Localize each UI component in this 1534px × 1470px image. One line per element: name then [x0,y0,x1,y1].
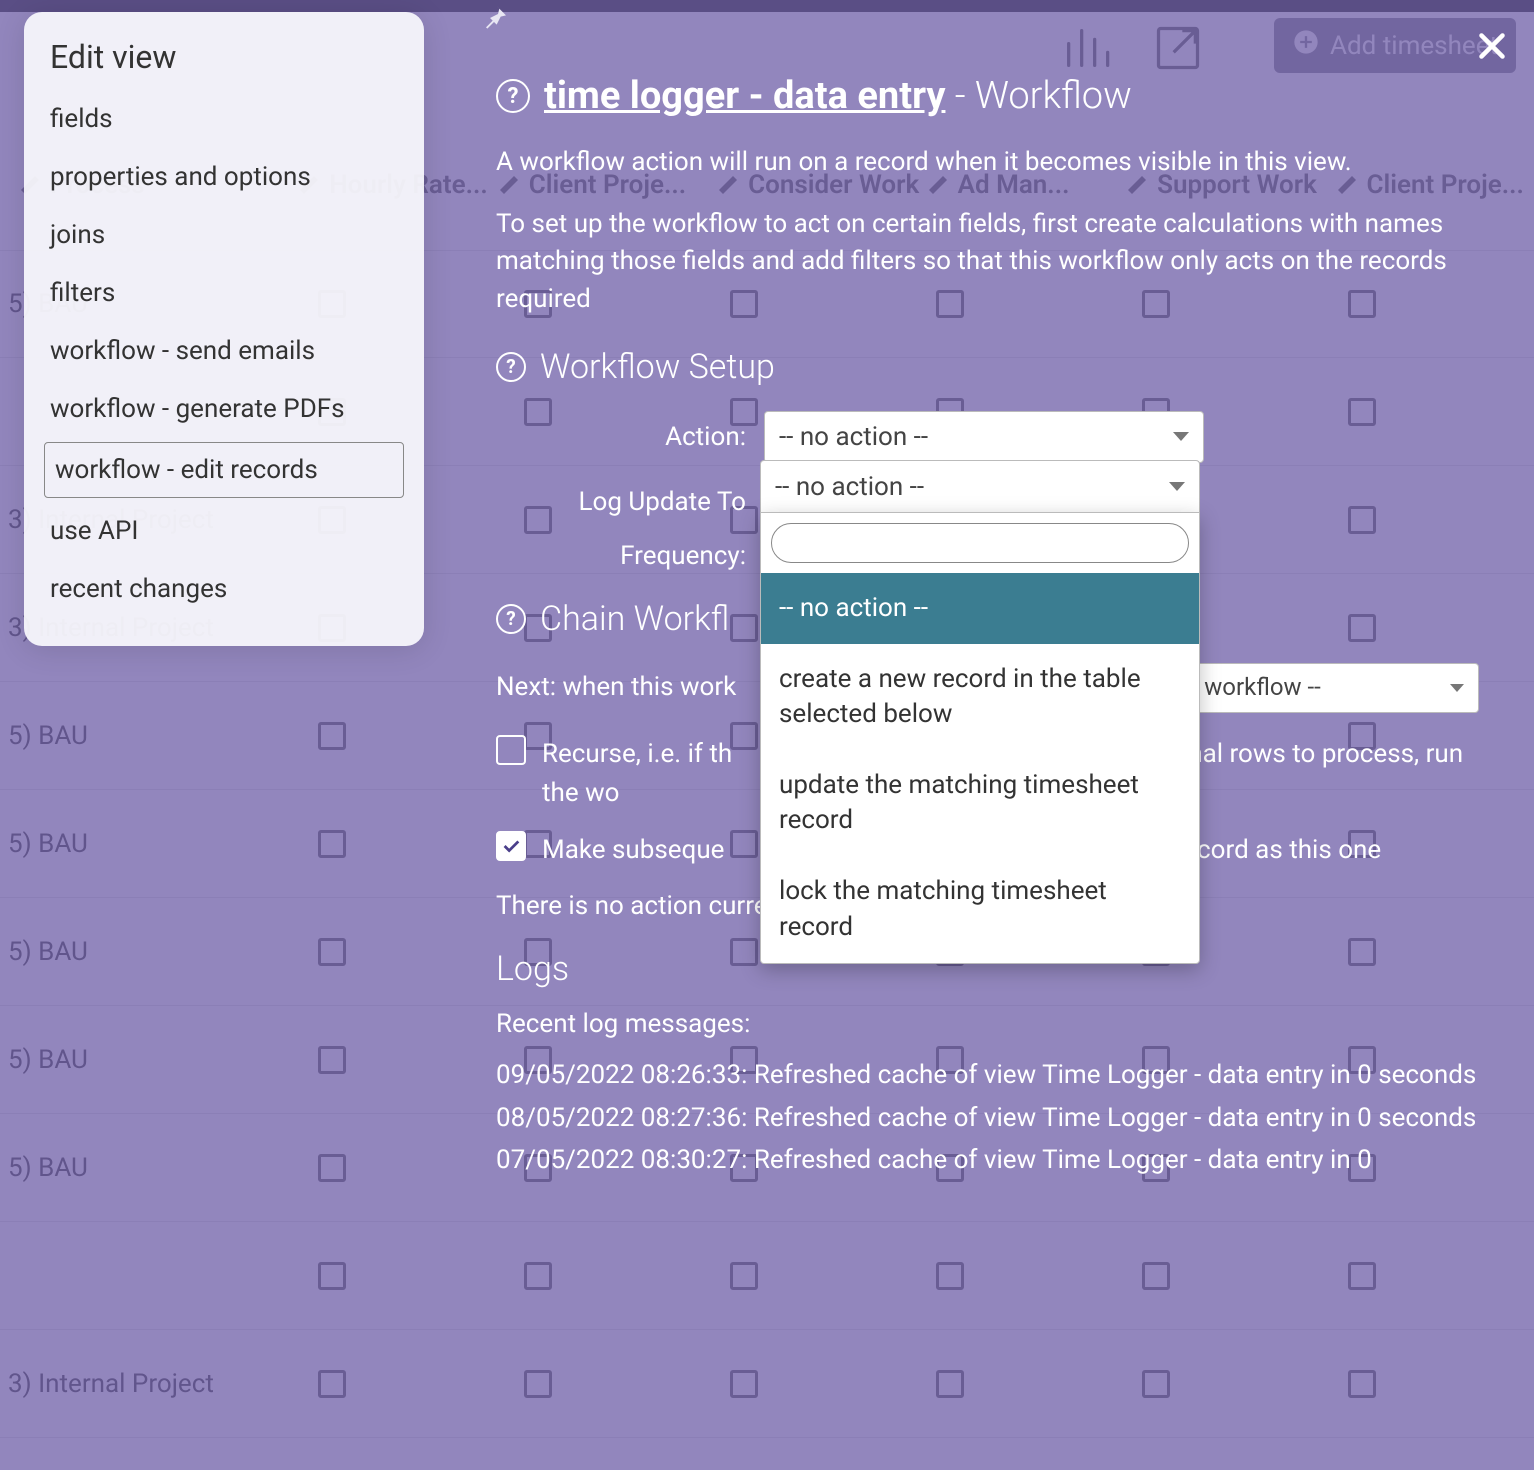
popover-title: Edit view [24,32,424,90]
log-entry: 09/05/2022 08:26:33: Refreshed cache of … [496,1057,1494,1093]
panel-title: ? time logger - data entry - Workflow [496,74,1494,118]
log-entry: 07/05/2022 08:30:27: Refreshed cache of … [496,1142,1494,1178]
make-subsequent-checkbox[interactable] [496,831,526,861]
popover-item[interactable]: workflow - edit records [44,442,404,498]
log-entry: 08/05/2022 08:27:36: Refreshed cache of … [496,1100,1494,1136]
workflow-setup-heading: ?Workflow Setup [496,347,1494,387]
action-select-open[interactable]: -- no action -- [760,460,1200,512]
intro-para-1: A workflow action will run on a record w… [496,144,1494,182]
recurse-checkbox[interactable] [496,735,526,765]
chevron-down-icon [1169,482,1185,491]
help-icon[interactable]: ? [496,352,526,382]
log-label: Log Update To [496,487,764,517]
frequency-label: Frequency: [496,541,764,571]
title-link[interactable]: time logger - data entry [544,74,945,118]
popover-item[interactable]: properties and options [24,148,424,206]
logs-subheading: Recent log messages: [496,1009,1494,1039]
intro-para-2: To set up the workflow to act on certain… [496,206,1494,319]
popover-item[interactable]: workflow - generate PDFs [24,380,424,438]
edit-view-popover: Edit view fieldsproperties and optionsjo… [24,12,424,646]
chevron-down-icon [1450,684,1464,692]
help-icon[interactable]: ? [496,604,526,634]
action-dropdown: -- no action --create a new record in th… [760,512,1200,964]
dropdown-option[interactable]: update the matching timesheet record [761,750,1199,856]
dropdown-option[interactable]: lock the matching timesheet record [761,856,1199,962]
popover-item[interactable]: workflow - send emails [24,322,424,380]
action-label: Action: [496,422,764,452]
popover-item[interactable]: filters [24,264,424,322]
popover-item[interactable]: fields [24,90,424,148]
action-select[interactable]: -- no action -- [764,411,1204,463]
dropdown-search-input[interactable] [771,523,1189,563]
popover-item[interactable]: recent changes [24,560,424,618]
close-icon[interactable] [1474,28,1510,68]
help-icon[interactable]: ? [496,79,530,113]
chevron-down-icon [1173,432,1189,441]
popover-item[interactable]: use API [24,502,424,560]
dropdown-search-wrap [761,513,1199,573]
next-workflow-select[interactable]: workflow -- [1189,663,1479,713]
popover-item[interactable]: joins [24,206,424,264]
dropdown-option[interactable]: -- no action -- [761,573,1199,644]
dropdown-option[interactable]: create a new record in the table selecte… [761,644,1199,750]
